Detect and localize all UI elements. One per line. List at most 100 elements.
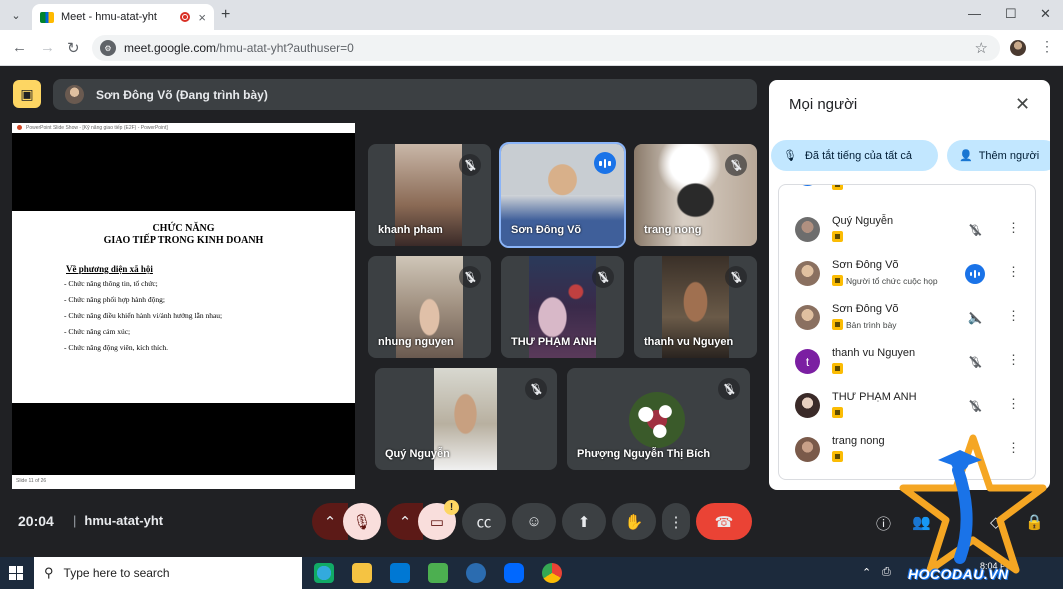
mute-all-button[interactable]: 🎙 Đã tắt tiếng của tất cả bbox=[771, 140, 938, 171]
avatar bbox=[795, 393, 820, 418]
participant-tile-active-speaker[interactable]: Sơn Đông Võ bbox=[499, 142, 626, 248]
window-close-button[interactable]: ✕ bbox=[1040, 6, 1051, 22]
site-info-icon[interactable]: ⚙ bbox=[100, 40, 116, 56]
badge-icon bbox=[832, 231, 843, 242]
back-arrow-icon[interactable]: ← bbox=[12, 39, 27, 56]
reactions-button[interactable]: ☺ bbox=[512, 503, 556, 540]
participant-tile[interactable]: 🎙 trang nong bbox=[634, 144, 757, 246]
participant-tile[interactable]: 🎙 THƯ PHẠM ANH bbox=[501, 256, 624, 358]
url-field[interactable]: ⚙ meet.google.com/hmu-atat-yht?authuser=… bbox=[92, 35, 1000, 61]
add-people-button[interactable]: 👤 Thêm người bbox=[947, 140, 1050, 171]
muted-mic-icon: 🎙 bbox=[592, 266, 614, 288]
window-minimize-button[interactable]: — bbox=[968, 6, 981, 21]
volume-off-icon[interactable]: 🔈 bbox=[965, 308, 985, 328]
participant-role: Bản trình bày bbox=[846, 319, 897, 330]
camera-off-icon: ▭ bbox=[429, 513, 445, 531]
slide-status-bar: Slide 11 of 26 bbox=[12, 475, 355, 489]
profile-avatar[interactable] bbox=[1010, 40, 1026, 56]
muted-mic-icon: 🎙 bbox=[718, 378, 740, 400]
mic-off-icon: 🎙 bbox=[352, 513, 372, 531]
participant-name: thanh vu Nguyen bbox=[832, 347, 916, 359]
camera-warning-badge: ! bbox=[444, 500, 459, 515]
slide-subheading: Về phương diện xã hội bbox=[66, 264, 153, 274]
participant-tile[interactable]: 🎙 khanh pham bbox=[368, 144, 491, 246]
browser-tab-strip: ⌄ Meet - hmu-atat-yht × + — ☐ ✕ bbox=[0, 0, 1063, 30]
tab-close-icon[interactable]: × bbox=[198, 10, 206, 25]
participant-name: trang nong bbox=[832, 435, 885, 447]
more-options-button[interactable]: ⋮ bbox=[662, 503, 690, 540]
add-people-label: Thêm người bbox=[978, 149, 1040, 162]
reload-icon[interactable]: ↻ bbox=[67, 39, 80, 57]
taskbar-search-placeholder: Type here to search bbox=[63, 566, 170, 580]
tray-app-icon[interactable]: ⎙ bbox=[882, 566, 891, 579]
raise-hand-button[interactable]: ✋ bbox=[612, 503, 656, 540]
participant-tile[interactable]: 🎙 thanh vu Nguyen bbox=[634, 256, 757, 358]
captions-button[interactable]: ㏄ bbox=[462, 503, 506, 540]
taskbar-search-field[interactable]: ⚲ Type here to search bbox=[34, 557, 302, 589]
list-item[interactable]: 🎙 ⋮ bbox=[779, 185, 1035, 199]
list-item[interactable]: Sơn Đông Võ Bản trình bày 🔈 ⋮ bbox=[779, 299, 1035, 343]
list-item[interactable]: Sơn Đông Võ Người tổ chức cuộc họp ⋮ bbox=[779, 255, 1035, 299]
mic-toggle-button[interactable]: 🎙 bbox=[343, 503, 381, 540]
speaking-indicator-icon bbox=[965, 264, 985, 284]
badge-icon bbox=[832, 319, 843, 330]
person-add-icon: 👤 bbox=[959, 150, 973, 162]
search-icon: ⚲ bbox=[44, 565, 54, 580]
browser-tab[interactable]: Meet - hmu-atat-yht × bbox=[32, 4, 214, 30]
participant-tile[interactable]: 🎙 nhung nguyen bbox=[368, 256, 491, 358]
present-button[interactable]: ⬆ bbox=[562, 503, 606, 540]
more-vert-icon[interactable]: ⋮ bbox=[1007, 264, 1020, 280]
participant-tile[interactable]: 🎙 Quý Nguyễn bbox=[375, 368, 557, 470]
muted-mic-icon[interactable]: 🎙 bbox=[965, 352, 985, 372]
windows-start-icon[interactable] bbox=[9, 566, 23, 580]
file-explorer-icon[interactable] bbox=[352, 563, 372, 583]
badge-icon bbox=[832, 407, 843, 418]
participant-tile[interactable]: 🎙 Phượng Nguyễn Thị Bích bbox=[567, 368, 750, 470]
new-tab-button[interactable]: + bbox=[221, 6, 230, 24]
forward-arrow-icon[interactable]: → bbox=[40, 39, 55, 56]
participant-name: Sơn Đông Võ bbox=[832, 303, 899, 315]
tab-search-button[interactable]: ⌄ bbox=[6, 5, 26, 25]
app-icon[interactable] bbox=[466, 563, 486, 583]
window-maximize-button[interactable]: ☐ bbox=[1005, 6, 1017, 22]
hang-up-icon: ☎ bbox=[714, 513, 734, 531]
browser-menu-icon[interactable]: ⋮ bbox=[1040, 38, 1054, 55]
edge-icon[interactable] bbox=[314, 563, 334, 583]
participant-name: Phượng Nguyễn Thị Bích bbox=[577, 448, 711, 460]
more-vert-icon: ⋮ bbox=[668, 513, 684, 531]
tray-chevron-icon[interactable]: ⌃ bbox=[862, 566, 871, 579]
participant-name: thanh vu Nguyen bbox=[644, 336, 734, 348]
more-vert-icon[interactable]: ⋮ bbox=[1007, 308, 1020, 324]
meeting-clock: 20:04 bbox=[18, 513, 54, 529]
chrome-icon[interactable] bbox=[542, 563, 562, 583]
app-icon[interactable] bbox=[428, 563, 448, 583]
leave-call-button[interactable]: ☎ bbox=[696, 503, 752, 540]
slide-bullet: - Chức năng thông tin, tổ chức; bbox=[64, 279, 158, 288]
participant-avatar bbox=[629, 392, 685, 448]
meet-favicon-icon bbox=[40, 11, 54, 23]
participant-name: THƯ PHẠM ANH bbox=[511, 336, 597, 348]
bookmark-star-icon[interactable]: ☆ bbox=[975, 39, 988, 57]
more-vert-icon[interactable]: ⋮ bbox=[1007, 352, 1020, 368]
badge-icon bbox=[832, 363, 843, 374]
slide-bullet: - Chức năng động viên, kích thích. bbox=[64, 343, 169, 352]
slide-heading-2: GIAO TIẾP TRONG KINH DOANH bbox=[103, 235, 264, 246]
slide-bullet: - Chức năng phối hợp hành động; bbox=[64, 295, 165, 304]
store-icon[interactable] bbox=[390, 563, 410, 583]
presentation-icon[interactable]: ▣ bbox=[13, 80, 41, 108]
meeting-info-icon[interactable]: ⓘ bbox=[876, 513, 891, 534]
avatar bbox=[795, 185, 820, 186]
zalo-icon[interactable] bbox=[504, 563, 524, 583]
list-item[interactable]: t thanh vu Nguyen 🎙 ⋮ bbox=[779, 343, 1035, 387]
avatar: t bbox=[795, 349, 820, 374]
list-item[interactable]: THƯ PHẠM ANH 🎙 ⋮ bbox=[779, 387, 1035, 431]
participant-name: nhung nguyen bbox=[378, 336, 454, 348]
muted-mic-icon[interactable]: 🎙 bbox=[965, 220, 985, 240]
list-item[interactable]: Quý Nguyễn 🎙 ⋮ bbox=[779, 211, 1035, 255]
more-vert-icon[interactable]: ⋮ bbox=[1007, 396, 1020, 412]
badge-icon bbox=[832, 275, 843, 286]
watermark-text: HOCODAU.VN bbox=[908, 566, 1009, 582]
muted-mic-icon[interactable]: 🎙 bbox=[965, 396, 985, 416]
close-icon[interactable]: ✕ bbox=[1015, 94, 1030, 115]
more-vert-icon[interactable]: ⋮ bbox=[1007, 220, 1020, 236]
